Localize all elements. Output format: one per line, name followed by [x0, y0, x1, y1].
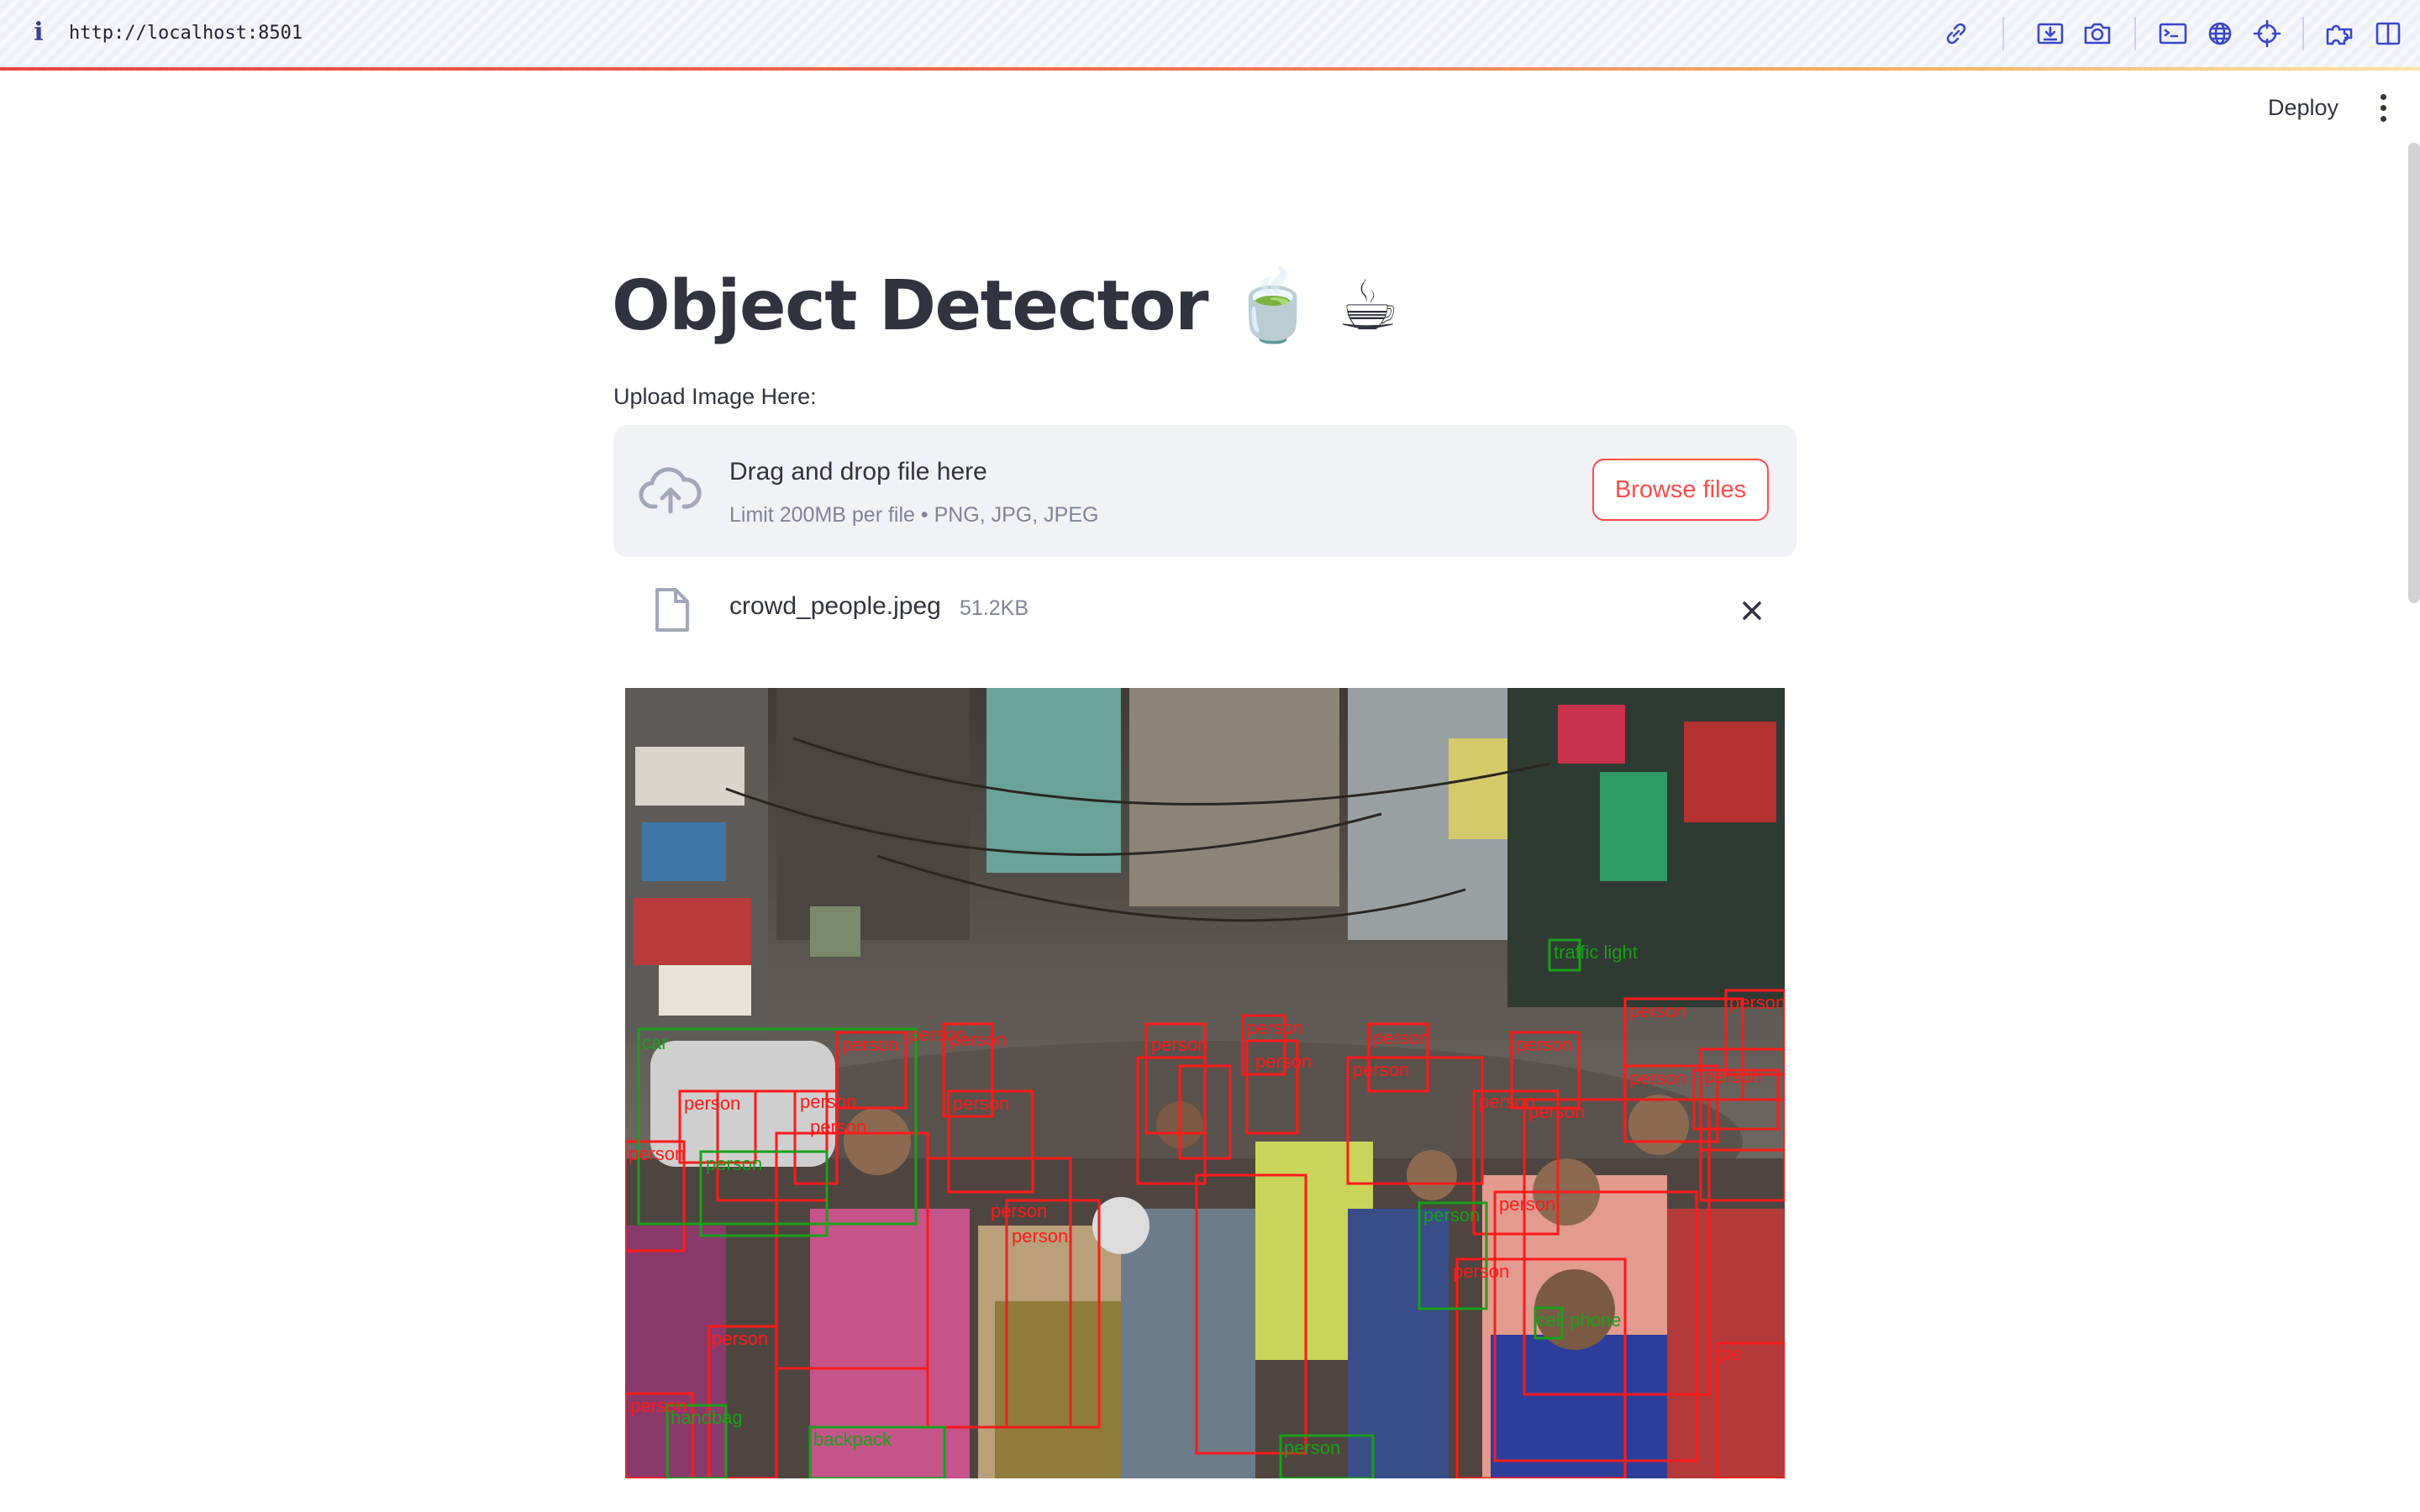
detection-result-image: person person person person person perso…	[625, 688, 1785, 1478]
toolbar-separator	[2134, 17, 2136, 50]
svg-text:person: person	[1353, 1059, 1409, 1080]
page-title: Object Detector 🍵 ☕	[612, 266, 1399, 346]
svg-text:person: person	[712, 1328, 768, 1349]
scrollbar[interactable]	[2408, 143, 2420, 603]
svg-text:person: person	[1729, 992, 1785, 1013]
browser-toolbar: i http://localhost:8501	[0, 0, 2420, 67]
camera-icon[interactable]	[2081, 17, 2114, 50]
uploaded-file-size: 51.2KB	[960, 596, 1029, 620]
browse-files-button[interactable]: Browse files	[1592, 459, 1769, 521]
svg-text:person: person	[1629, 1068, 1686, 1089]
svg-text:pe: pe	[1721, 1343, 1741, 1364]
close-icon[interactable]	[1738, 596, 1766, 625]
svg-text:traffic light: traffic light	[1554, 942, 1638, 963]
svg-text:person: person	[1499, 1194, 1555, 1215]
cloud-upload-icon	[639, 463, 702, 518]
svg-text:person: person	[1629, 1000, 1686, 1021]
toolbar-separator	[2002, 17, 2004, 50]
extension-icon[interactable]	[2323, 17, 2356, 50]
svg-text:person: person	[1247, 1017, 1303, 1038]
svg-text:person: person	[800, 1091, 856, 1112]
svg-text:person: person	[1705, 1066, 1761, 1087]
info-icon[interactable]: i	[29, 18, 49, 47]
crowd-scene-illustration: person person person person person perso…	[625, 688, 1785, 1478]
file-icon	[652, 586, 692, 633]
svg-text:person: person	[1516, 1034, 1572, 1055]
uploaded-file-row: crowd_people.jpeg 51.2KB	[613, 580, 1797, 638]
svg-text:person: person	[1151, 1034, 1207, 1055]
screenshot-download-icon[interactable]	[2033, 17, 2067, 50]
dropzone-limits: Limit 200MB per file • PNG, JPG, JPEG	[729, 503, 1099, 527]
svg-text:person: person	[684, 1093, 740, 1114]
kebab-menu-icon[interactable]	[2370, 91, 2396, 124]
link-icon[interactable]	[1939, 17, 1973, 50]
svg-text:cell phone: cell phone	[1537, 1310, 1621, 1331]
svg-text:person: person	[1423, 1205, 1480, 1226]
dropzone-title: Drag and drop file here	[729, 458, 987, 486]
svg-text:person: person	[810, 1116, 866, 1137]
svg-text:person: person	[1012, 1226, 1068, 1247]
loading-accent-bar	[0, 67, 2420, 71]
svg-text:person: person	[909, 1024, 965, 1045]
svg-text:handbag: handbag	[671, 1407, 743, 1428]
svg-text:person: person	[1284, 1437, 1340, 1458]
uploader-label: Upload Image Here:	[613, 384, 817, 409]
svg-text:person: person	[991, 1200, 1047, 1221]
file-dropzone[interactable]: Drag and drop file here Limit 200MB per …	[613, 425, 1797, 557]
uploaded-file-name: crowd_people.jpeg	[729, 592, 941, 620]
svg-text:person: person	[842, 1034, 898, 1055]
svg-text:person: person	[1373, 1027, 1429, 1048]
svg-text:person: person	[1528, 1101, 1585, 1122]
svg-text:person: person	[706, 1153, 762, 1174]
svg-text:person: person	[953, 1093, 1009, 1114]
terminal-icon[interactable]	[2156, 17, 2190, 50]
globe-icon[interactable]	[2203, 17, 2237, 50]
svg-text:person: person	[629, 1143, 685, 1164]
svg-text:person: person	[1479, 1091, 1535, 1112]
url-text[interactable]: http://localhost:8501	[69, 20, 302, 47]
deploy-button[interactable]: Deploy	[2249, 87, 2358, 128]
toolbar-separator	[2302, 17, 2304, 50]
svg-text:person: person	[1255, 1051, 1312, 1072]
crosshair-icon[interactable]	[2250, 17, 2284, 50]
svg-text:person: person	[1453, 1261, 1509, 1282]
svg-text:car: car	[642, 1032, 668, 1053]
svg-text:backpack: backpack	[813, 1429, 892, 1450]
split-view-icon[interactable]	[2371, 17, 2405, 50]
